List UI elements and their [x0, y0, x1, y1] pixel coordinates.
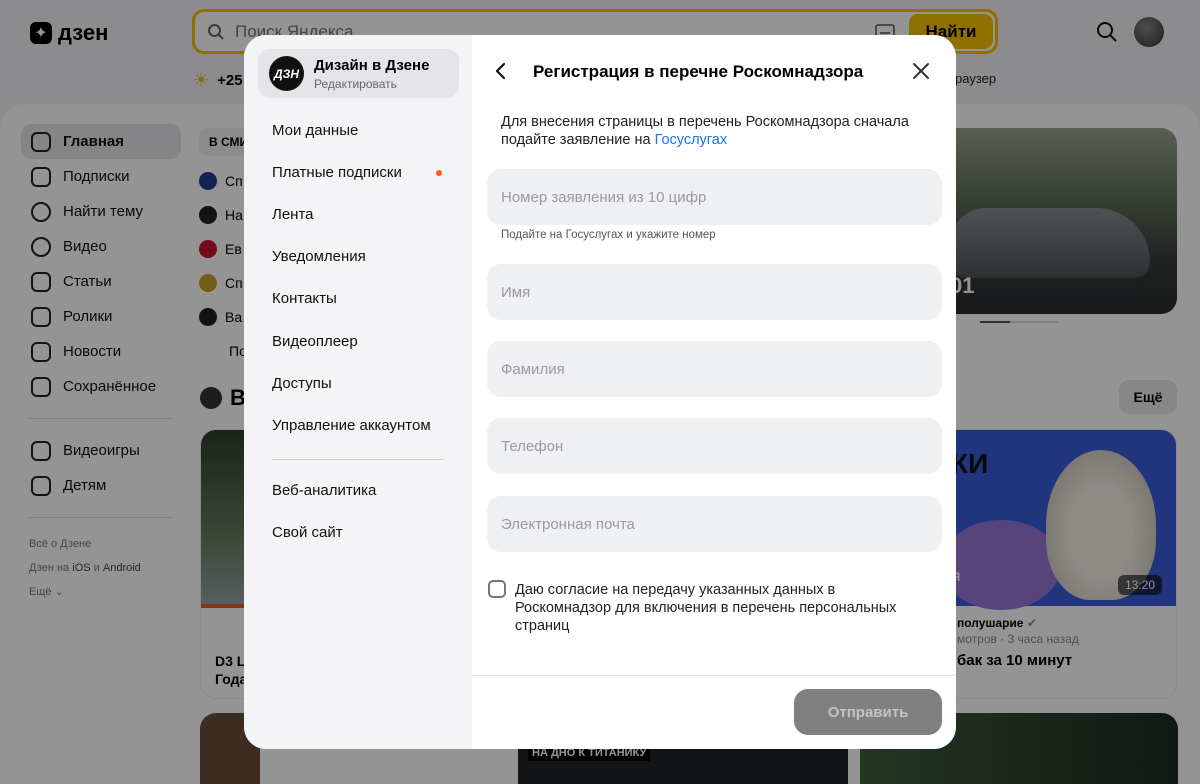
divider	[272, 458, 444, 460]
first-name-field[interactable]	[487, 264, 942, 320]
menu-item-web-analytics[interactable]: Веб-аналитика	[258, 470, 458, 512]
channel-avatar: ДЗН	[269, 56, 304, 91]
settings-sidebar: ДЗН Дизайн в Дзене Редактировать Мои дан…	[244, 35, 472, 749]
edit-link[interactable]: Редактировать	[314, 77, 397, 91]
divider	[472, 675, 956, 676]
description: Для внесения страницы в перечень Роскомн…	[501, 113, 931, 149]
menu-item-access[interactable]: Доступы	[258, 362, 458, 404]
consent-label[interactable]: Даю согласие на передачу указанных данны…	[515, 581, 925, 635]
channel-name: Дизайн в Дзене	[314, 57, 430, 74]
settings-modal: ДЗН Дизайн в Дзене Редактировать Мои дан…	[244, 35, 956, 749]
menu-item-video-player[interactable]: Видеоплеер	[258, 320, 458, 362]
notification-dot	[436, 170, 442, 177]
settings-menu: Мои данные Платные подписки Лента Уведом…	[258, 109, 458, 554]
last-name-field[interactable]	[487, 341, 942, 397]
registration-panel: Регистрация в перечне Роскомнадзора Для …	[472, 35, 956, 749]
page-title: Регистрация в перечне Роскомнадзора	[533, 62, 864, 81]
menu-item-feed[interactable]: Лента	[258, 193, 458, 235]
channel-card[interactable]: ДЗН Дизайн в Дзене Редактировать	[258, 49, 459, 98]
menu-item-my-data[interactable]: Мои данные	[258, 109, 458, 151]
close-icon[interactable]	[912, 62, 930, 85]
submit-button[interactable]: Отправить	[794, 689, 942, 735]
menu-item-account-management[interactable]: Управление аккаунтом	[258, 404, 458, 446]
gosuslugi-link[interactable]: Госуслугах	[655, 132, 728, 148]
menu-item-paid-subscriptions[interactable]: Платные подписки	[258, 151, 458, 193]
email-field[interactable]	[487, 496, 942, 552]
application-number-field[interactable]	[487, 169, 942, 225]
phone-field[interactable]	[487, 418, 942, 474]
menu-item-contacts[interactable]: Контакты	[258, 278, 458, 320]
menu-item-own-site[interactable]: Свой сайт	[258, 512, 458, 554]
menu-item-label: Платные подписки	[272, 163, 402, 181]
field-hint: Подайте на Госуслугах и укажите номер	[501, 229, 716, 241]
consent-checkbox[interactable]	[488, 580, 506, 598]
back-arrow-icon[interactable]	[494, 61, 508, 86]
menu-item-notifications[interactable]: Уведомления	[258, 236, 458, 278]
